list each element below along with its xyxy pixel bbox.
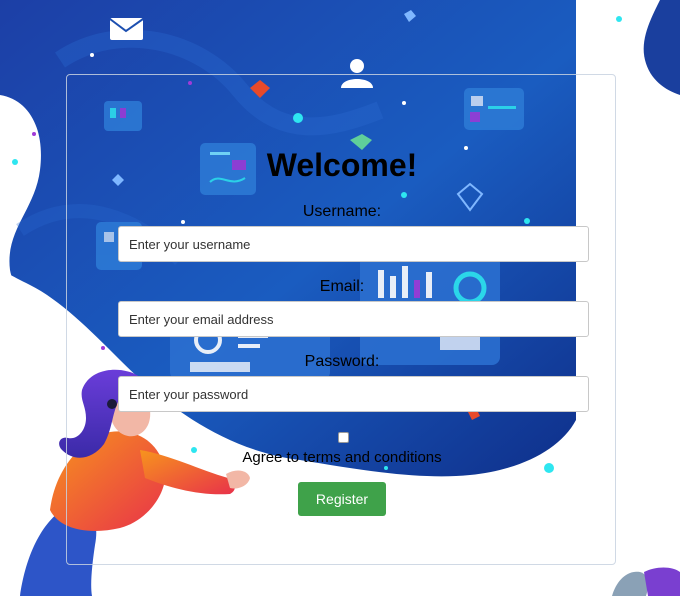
email-input[interactable] xyxy=(118,301,589,337)
registration-form: Welcome! Username: Email: Password: Agre… xyxy=(66,74,616,565)
email-label: Email: xyxy=(319,278,365,295)
password-label: Password: xyxy=(304,353,380,370)
terms-checkbox[interactable] xyxy=(338,432,349,443)
corner-blob xyxy=(643,0,680,95)
terms-label: Agree to terms and conditions xyxy=(242,449,442,466)
register-button[interactable]: Register xyxy=(298,482,386,516)
form-title: Welcome! xyxy=(266,147,418,183)
username-input[interactable] xyxy=(118,226,589,262)
password-input[interactable] xyxy=(118,376,589,412)
envelope-icon xyxy=(109,18,144,40)
username-label: Username: xyxy=(302,203,382,220)
register-page: Welcome! Username: Email: Password: Agre… xyxy=(0,0,680,596)
